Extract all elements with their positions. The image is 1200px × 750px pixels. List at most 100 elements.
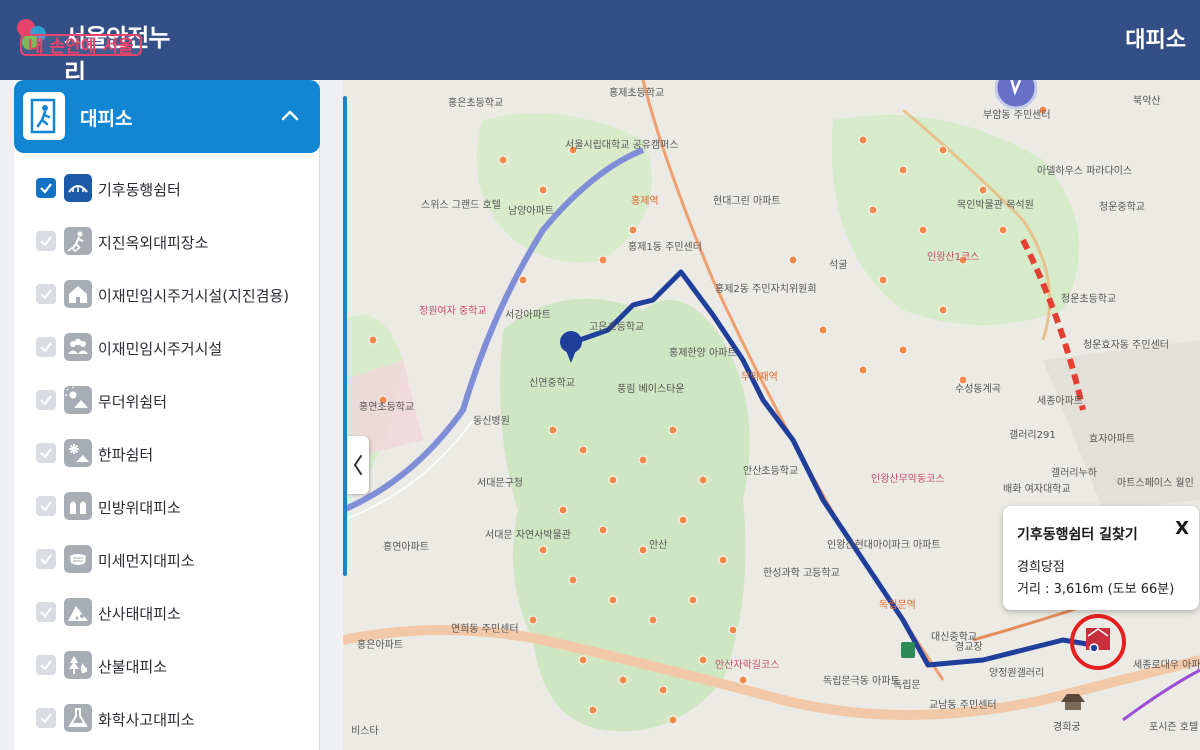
map-label: 홍연아파트: [383, 542, 429, 553]
map-label: 풍림 베이스타운: [617, 384, 685, 395]
map-label: 경교장: [955, 642, 983, 653]
map-label: 정원여자 중학교: [419, 306, 487, 317]
current-location-icon[interactable]: [994, 80, 1038, 110]
site-logo[interactable]: 서울안전누리 내 손안에 서울: [12, 14, 182, 87]
item-label: 산사태대피소: [98, 605, 181, 623]
list-item[interactable]: 화학사고대피소: [14, 698, 320, 738]
map-label: 홍연초등학교: [359, 402, 415, 413]
map-label: 경희궁: [1053, 722, 1081, 733]
map-label: 서울시립대학교 공유캠퍼스: [565, 140, 679, 151]
item-label: 산불대피소: [98, 658, 168, 676]
map-label: 수성동계곡: [955, 384, 1001, 395]
list-item[interactable]: 산사태대피소: [14, 592, 320, 632]
map-label: 청운효자동 주민센터: [1083, 340, 1169, 351]
map-label: 인왕산1코스: [927, 252, 980, 263]
map-label: 홍제1동 주민센터: [628, 242, 702, 253]
list-item[interactable]: 민방위대피소: [14, 486, 320, 526]
map-label: 홍제초등학교: [609, 88, 665, 99]
forest-fire-icon: [64, 651, 92, 679]
map-label: 비스타: [351, 726, 379, 737]
map-label: 현대그린 아파트: [713, 196, 781, 207]
checkbox[interactable]: [36, 337, 56, 357]
item-label: 화학사고대피소: [98, 711, 195, 729]
shelter-icon: [64, 174, 92, 202]
map-label: 홍제2동 주민자치위원회: [715, 284, 817, 295]
map-label: 갤러리291: [1009, 430, 1056, 441]
item-label: 지진옥외대피장소: [98, 234, 209, 252]
map-label: 남양아파트: [508, 206, 554, 217]
map-label: 홍제한양 아파트: [669, 348, 737, 359]
map-label: 독립문역: [879, 600, 916, 611]
checkbox-checked[interactable]: [36, 178, 56, 198]
landslide-icon: [64, 598, 92, 626]
map-label: 양정원갤러리: [989, 668, 1045, 679]
popup-title: 기후동행쉼터 길찾기: [1017, 527, 1138, 543]
checkbox[interactable]: [36, 602, 56, 622]
map-label: 배화 여자대학교: [1003, 484, 1071, 495]
popup-place-name: 경희당점: [1017, 560, 1065, 575]
sidebar: 대피소 기후동행쉼터 지진옥외대피장소 이재민임시주거시설(지진겸용) 이재민임…: [14, 80, 320, 750]
map-label: 한성과학 고등학교: [763, 568, 840, 579]
house-quake-icon: [64, 280, 92, 308]
list-item[interactable]: 이재민임시주거시설: [14, 327, 320, 367]
list-item[interactable]: 무더위쉼터: [14, 380, 320, 420]
map-label: 안산초등학교: [743, 466, 799, 477]
item-label: 이재민임시주거시설(지진겸용): [98, 287, 290, 305]
list-item[interactable]: 산불대피소: [14, 645, 320, 685]
map-label: 서대문 자연사박물관: [485, 530, 571, 541]
category-header[interactable]: 대피소: [14, 80, 320, 153]
map-label: 북악산: [1133, 96, 1161, 107]
checkbox[interactable]: [36, 443, 56, 463]
map-label: 서강아파트: [505, 310, 551, 321]
map-label: 갤러리누하: [1051, 468, 1097, 479]
map-label: 목인박물관 목석원: [957, 200, 1034, 211]
map-label: 무악재역: [741, 372, 778, 383]
checkbox[interactable]: [36, 549, 56, 569]
checkbox[interactable]: [36, 496, 56, 516]
map-canvas[interactable]: [343, 80, 1200, 750]
sidebar-collapse-button[interactable]: [347, 436, 369, 494]
map-label: 아델하우스 파라다이스: [1037, 166, 1133, 177]
subway-station-icon: [901, 642, 915, 658]
item-label: 민방위대피소: [98, 499, 181, 517]
mask-icon: [64, 545, 92, 573]
chevron-up-icon[interactable]: [278, 104, 302, 128]
top-header: 서울안전누리 내 손안에 서울 대피소: [0, 0, 1200, 87]
list-item[interactable]: 이재민임시주거시설(지진겸용): [14, 274, 320, 314]
map-scroll-indicator: [343, 96, 347, 576]
list-item[interactable]: 미세먼지대피소: [14, 539, 320, 579]
item-label: 미세먼지대피소: [98, 552, 195, 570]
earthquake-icon: [64, 227, 92, 255]
map-label: 부암동 주민센터: [983, 110, 1051, 121]
map-label: 연희동 주민센터: [451, 624, 519, 635]
page-title: 대피소: [1125, 28, 1186, 53]
map-label: 고은초등학교: [589, 322, 645, 333]
item-label: 무더위쉼터: [98, 393, 168, 411]
list-item[interactable]: 기후동행쉼터: [14, 168, 320, 208]
map-label: 스위스 그랜드 호텔: [421, 200, 501, 211]
snow-icon: [64, 439, 92, 467]
item-label: 이재민임시주거시설: [98, 340, 223, 358]
checkbox[interactable]: [36, 655, 56, 675]
popup-close-button[interactable]: X: [1175, 518, 1189, 539]
checkbox[interactable]: [36, 390, 56, 410]
map-label: 인왕산무악동코스: [871, 474, 945, 485]
map-label: 청운중학교: [1099, 202, 1145, 213]
popup-distance: 거리 : 3,616m (도보 66분): [1017, 582, 1175, 597]
chemical-icon: [64, 704, 92, 732]
checkbox[interactable]: [36, 708, 56, 728]
item-label: 한파쉼터: [98, 446, 154, 464]
map-view[interactable]: 홍은초등학교 서울시립대학교 공유캠퍼스 홍제초등학교 홍제역 현대그린 아파트…: [343, 80, 1200, 750]
map-label: 포시즌 호텔: [1149, 722, 1199, 733]
map-label: 서대문구청: [477, 478, 523, 489]
list-item[interactable]: 지진옥외대피장소: [14, 221, 320, 261]
sun-house-icon: [64, 386, 92, 414]
route-popup: 기후동행쉼터 길찾기 X 경희당점 거리 : 3,616m (도보 66분): [1003, 506, 1199, 610]
map-label: 아트스페이스 월인: [1117, 478, 1194, 489]
checkbox[interactable]: [36, 231, 56, 251]
checkbox[interactable]: [36, 284, 56, 304]
map-label: 효자아파트: [1089, 434, 1135, 445]
map-label: 동신병원: [473, 416, 510, 427]
list-item[interactable]: 한파쉼터: [14, 433, 320, 473]
people-icon: [64, 333, 92, 361]
